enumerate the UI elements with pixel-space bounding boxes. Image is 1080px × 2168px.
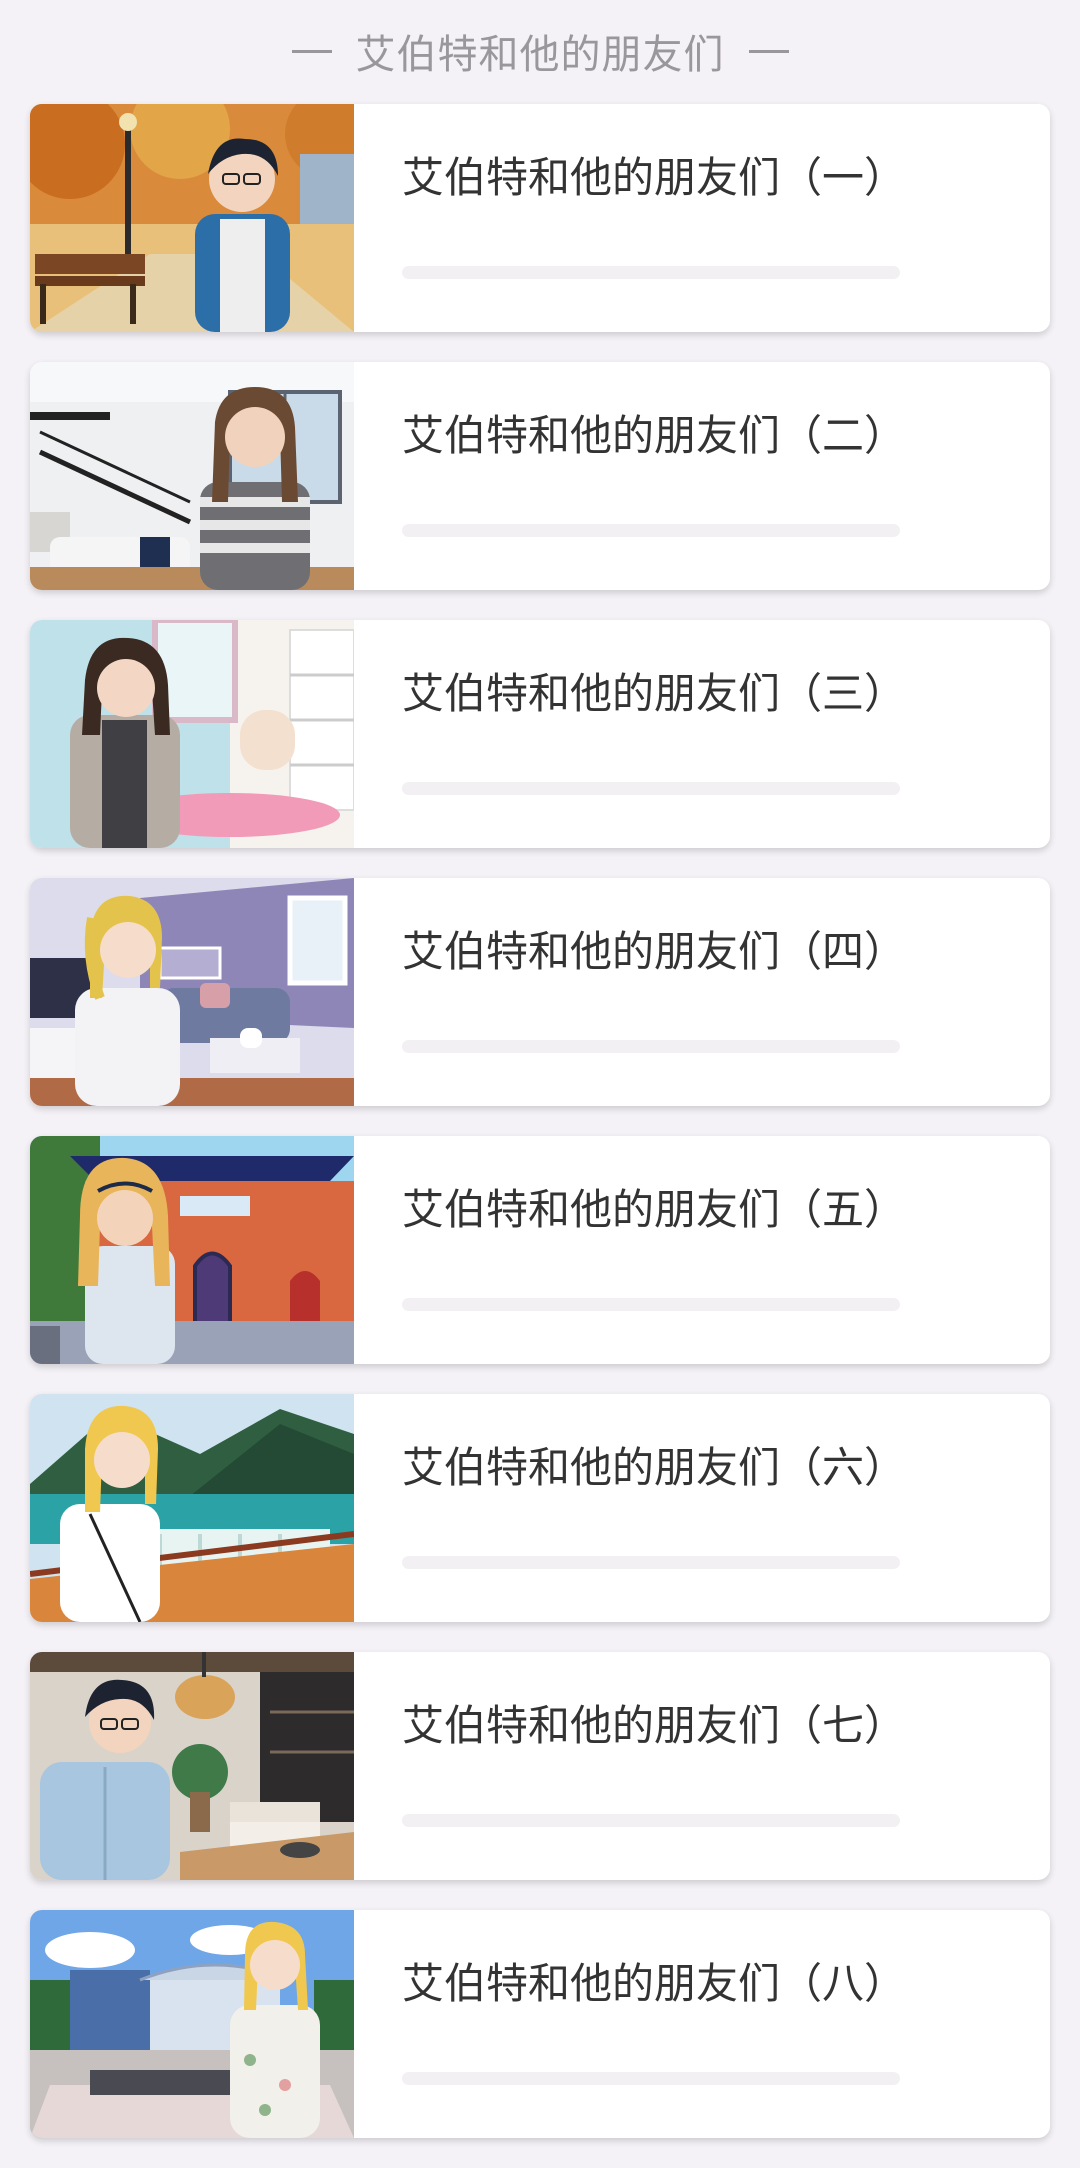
episode-card-8[interactable]: 艾伯特和他的朋友们（八） — [30, 1910, 1050, 2138]
episode-progress-bar — [402, 266, 900, 279]
episode-card-1[interactable]: 艾伯特和他的朋友们（一） — [30, 104, 1050, 332]
episode-card-7[interactable]: 艾伯特和他的朋友们（七） — [30, 1652, 1050, 1880]
episode-card-6[interactable]: 艾伯特和他的朋友们（六） — [30, 1394, 1050, 1622]
episode-thumbnail-1 — [30, 104, 354, 332]
episode-body-2: 艾伯特和他的朋友们（二） — [354, 362, 1050, 590]
episode-progress-bar — [402, 2072, 900, 2085]
episode-thumbnail-3 — [30, 620, 354, 848]
episode-title: 艾伯特和他的朋友们（五） — [402, 1185, 907, 1234]
episode-thumbnail-2 — [30, 362, 354, 590]
episode-card-2[interactable]: 艾伯特和他的朋友们（二） — [30, 362, 1050, 590]
episode-body-8: 艾伯特和他的朋友们（八） — [354, 1910, 1050, 2138]
section-title: 艾伯特和他的朋友们 — [355, 32, 725, 78]
episode-title: 艾伯特和他的朋友们（三） — [402, 669, 907, 718]
episode-body-5: 艾伯特和他的朋友们（五） — [354, 1136, 1050, 1364]
episode-title: 艾伯特和他的朋友们（七） — [402, 1701, 907, 1750]
episode-card-5[interactable]: 艾伯特和他的朋友们（五） — [30, 1136, 1050, 1364]
section-header: 艾伯特和他的朋友们 — [0, 16, 1080, 86]
episode-title: 艾伯特和他的朋友们（八） — [402, 1959, 907, 2008]
episode-list-page: 艾伯特和他的朋友们 艾伯特和他的朋友们（一） 艾伯特和他的朋友们（二） 艾伯特和… — [0, 0, 1080, 2168]
episode-card-3[interactable]: 艾伯特和他的朋友们（三） — [30, 620, 1050, 848]
episode-body-1: 艾伯特和他的朋友们（一） — [354, 104, 1050, 332]
episode-progress-bar — [402, 782, 900, 795]
episode-body-7: 艾伯特和他的朋友们（七） — [354, 1652, 1050, 1880]
episode-progress-bar — [402, 1298, 900, 1311]
episode-list: 艾伯特和他的朋友们（一） 艾伯特和他的朋友们（二） 艾伯特和他的朋友们（三） 艾… — [30, 104, 1050, 2168]
episode-title: 艾伯特和他的朋友们（四） — [402, 927, 907, 976]
episode-body-4: 艾伯特和他的朋友们（四） — [354, 878, 1050, 1106]
episode-progress-bar — [402, 524, 900, 537]
episode-title: 艾伯特和他的朋友们（六） — [402, 1443, 907, 1492]
episode-progress-bar — [402, 1556, 900, 1569]
episode-progress-bar — [402, 1814, 900, 1827]
episode-thumbnail-5 — [30, 1136, 354, 1364]
header-dash-right — [748, 49, 789, 53]
episode-progress-bar — [402, 1040, 900, 1053]
header-dash-left — [291, 49, 332, 53]
episode-body-3: 艾伯特和他的朋友们（三） — [354, 620, 1050, 848]
episode-thumbnail-8 — [30, 1910, 354, 2138]
episode-card-4[interactable]: 艾伯特和他的朋友们（四） — [30, 878, 1050, 1106]
episode-thumbnail-4 — [30, 878, 354, 1106]
episode-thumbnail-7 — [30, 1652, 354, 1880]
episode-thumbnail-6 — [30, 1394, 354, 1622]
episode-title: 艾伯特和他的朋友们（二） — [402, 411, 907, 460]
episode-title: 艾伯特和他的朋友们（一） — [402, 153, 907, 202]
episode-body-6: 艾伯特和他的朋友们（六） — [354, 1394, 1050, 1622]
